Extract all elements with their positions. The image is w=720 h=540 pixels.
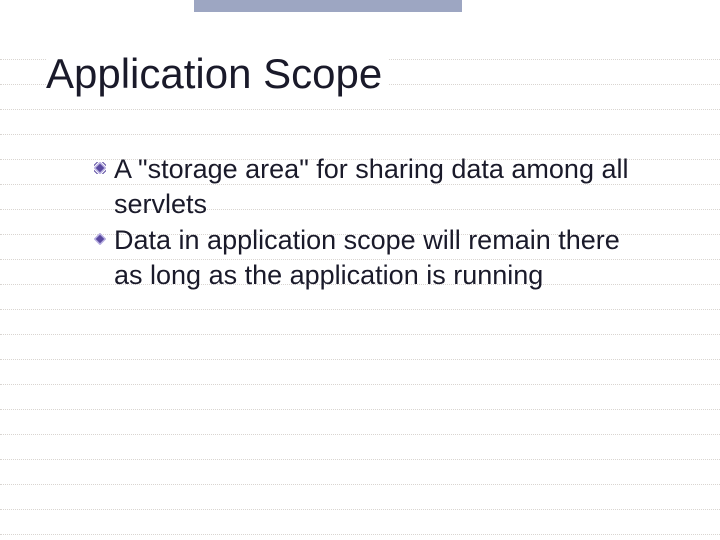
slide-title: Application Scope bbox=[46, 50, 388, 98]
accent-bar bbox=[194, 0, 462, 12]
grid-top-gap bbox=[0, 35, 720, 38]
bullet-text: Data in application scope will remain th… bbox=[114, 225, 620, 290]
slide: Application Scope A "storage area" for s… bbox=[0, 0, 720, 540]
bullet-list: A "storage area" for sharing data among … bbox=[94, 152, 654, 292]
diamond-bullet-icon bbox=[94, 162, 106, 174]
list-item: A "storage area" for sharing data among … bbox=[94, 152, 654, 221]
bullet-text: A "storage area" for sharing data among … bbox=[114, 154, 628, 219]
slide-body: A "storage area" for sharing data among … bbox=[94, 152, 654, 294]
list-item: Data in application scope will remain th… bbox=[94, 223, 654, 292]
diamond-bullet-icon bbox=[94, 233, 106, 245]
